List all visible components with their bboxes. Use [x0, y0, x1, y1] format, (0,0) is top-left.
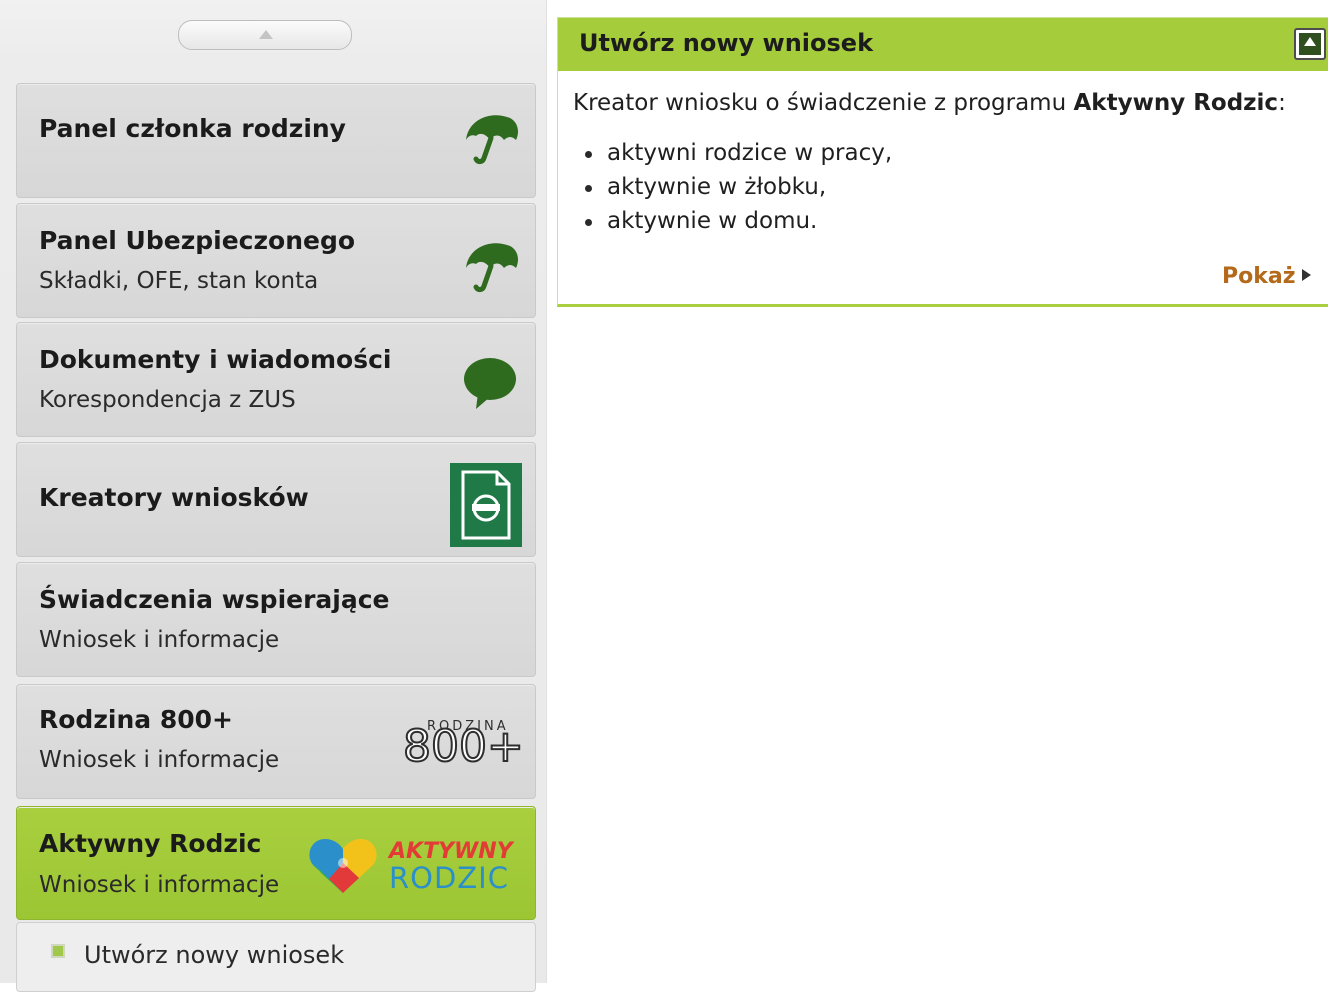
- square-bullet-icon: [51, 944, 65, 958]
- scroll-up-button[interactable]: [178, 20, 352, 50]
- panel-description: Kreator wniosku o świadczenie z programu…: [573, 90, 1286, 116]
- collapse-button[interactable]: [1294, 28, 1326, 60]
- tile-subtitle: Korespondencja z ZUS: [39, 387, 296, 413]
- tile-title: Kreatory wniosków: [39, 483, 309, 512]
- arrow-up-icon: [259, 30, 273, 39]
- tile-subtitle: Składki, OFE, stan konta: [39, 268, 319, 294]
- speech-bubble-icon: [460, 355, 520, 417]
- list-item: aktywnie w domu.: [573, 204, 892, 238]
- list-item: aktywnie w żłobku,: [573, 170, 892, 204]
- tile-subtitle: Wniosek i informacje: [39, 627, 280, 653]
- caret-right-icon: [1301, 269, 1311, 281]
- umbrella-icon: [460, 110, 520, 172]
- desc-program-name: Aktywny Rodzic: [1073, 90, 1279, 116]
- aktywny-logo-line2: RODZIC: [389, 861, 509, 895]
- sidebar: Panel członka rodziny Panel Ubezpieczone…: [0, 0, 547, 992]
- tile-title: Panel Ubezpieczonego: [39, 226, 356, 255]
- umbrella-icon: [460, 238, 520, 300]
- tile-title: Rodzina 800+: [39, 705, 233, 734]
- tile-panel-ubezpieczonego[interactable]: Panel Ubezpieczonego Składki, OFE, stan …: [16, 203, 536, 318]
- tile-swiadczenia-wspierajace[interactable]: Świadczenia wspierające Wniosek i inform…: [16, 562, 536, 677]
- rodzina-logo-number: 800+: [402, 721, 525, 772]
- tile-title: Panel członka rodziny: [39, 114, 346, 143]
- list-item: aktywni rodzice w pracy,: [573, 136, 892, 170]
- tile-title: Dokumenty i wiadomości: [39, 345, 392, 374]
- tile-title: Świadczenia wspierające: [39, 585, 390, 614]
- program-variants-list: aktywni rodzice w pracy, aktywnie w żłob…: [573, 136, 892, 238]
- tile-subtitle: Wniosek i informacje: [39, 872, 280, 898]
- show-link[interactable]: Pokaż: [1222, 264, 1311, 289]
- triangle-up-icon: [1304, 37, 1316, 46]
- tile-dokumenty-i-wiadomosci[interactable]: Dokumenty i wiadomości Korespondencja z …: [16, 322, 536, 437]
- subitem-label: Utwórz nowy wniosek: [84, 941, 345, 969]
- document-form-icon: [449, 462, 523, 552]
- tile-kreatory-wnioskow[interactable]: Kreatory wniosków: [16, 442, 536, 557]
- panel-title: Utwórz nowy wniosek: [579, 29, 874, 57]
- rodzina-800-logo: RODZINA 800+: [402, 719, 525, 775]
- tile-aktywny-rodzic[interactable]: Aktywny Rodzic Wniosek i informacje AKTY…: [16, 806, 536, 920]
- tile-rodzina-800[interactable]: Rodzina 800+ Wniosek i informacje RODZIN…: [16, 684, 536, 799]
- panel-header: Utwórz nowy wniosek: [558, 18, 1328, 71]
- tile-panel-czlonka-rodziny[interactable]: Panel członka rodziny: [16, 83, 536, 198]
- desc-suffix: :: [1278, 90, 1286, 116]
- subitem-utworz-nowy-wniosek[interactable]: Utwórz nowy wniosek: [16, 922, 536, 992]
- desc-prefix: Kreator wniosku o świadczenie z programu: [573, 90, 1074, 116]
- create-application-panel: Utwórz nowy wniosek Kreator wniosku o św…: [557, 17, 1328, 307]
- show-link-label: Pokaż: [1222, 264, 1296, 289]
- aktywny-rodzic-logo: [307, 833, 387, 903]
- tile-subtitle: Wniosek i informacje: [39, 747, 280, 773]
- tile-title: Aktywny Rodzic: [39, 829, 262, 858]
